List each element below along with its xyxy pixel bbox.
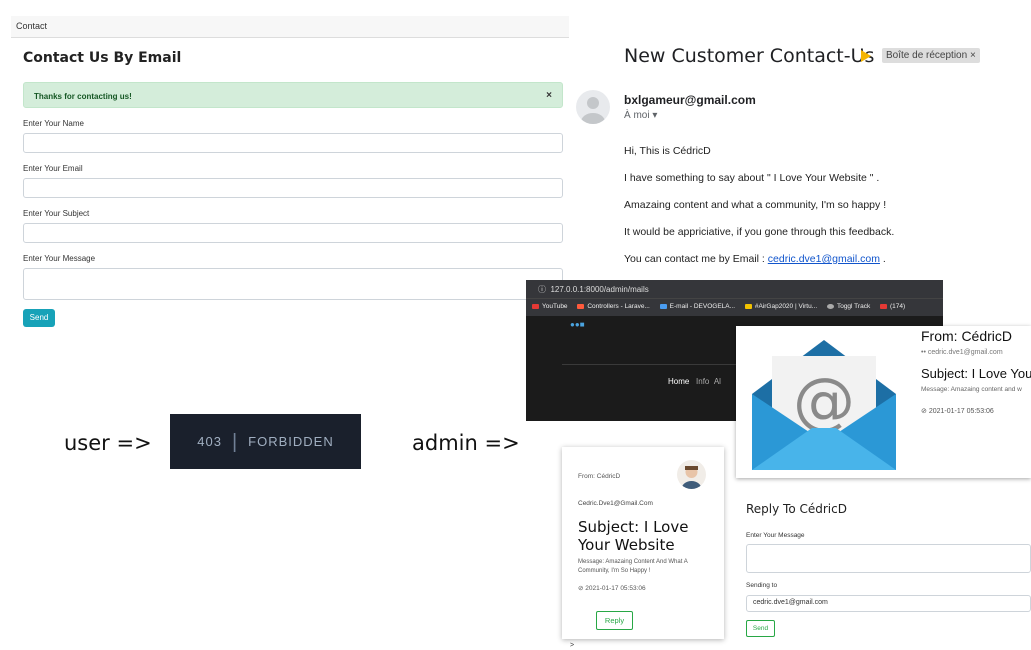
toggl-icon [826,303,834,309]
close-icon[interactable]: × [546,90,552,101]
admin-label: admin => [412,431,520,455]
contact-suffix: . [879,253,886,265]
mail-message: Message: Amazaing content and w [921,386,1022,393]
mail-date-text: 2021-01-17 05:53:06 [928,408,994,415]
sender-email: bxlgameur@gmail.com [624,93,756,107]
sender-avatar [576,90,610,124]
mail-message: Message: Amazaing Content And What A Com… [578,559,688,574]
reply-message-label: Enter Your Message [746,532,805,539]
subject-input[interactable] [23,223,563,243]
message-textarea[interactable] [23,268,563,300]
envelope-icon: @ [752,340,896,470]
airgap-icon [744,303,752,309]
reply-button[interactable]: Reply [596,611,633,630]
bookmark-item[interactable]: YouTube [532,303,568,310]
mail-date: ⊘ 2021-01-17 05:53:06 [578,584,646,592]
email-line: Hi, This is CédricD [624,145,711,157]
contact-header-bar: Contact [11,16,569,38]
mail-card-small: From: CédricD Cedric.Dve1@Gmail.Com Subj… [562,447,724,649]
nav-item[interactable]: Al [714,377,721,386]
bookmark-item[interactable]: Controllers - Larave... [577,303,650,310]
youtube-icon [532,303,539,309]
caret-icon: > [570,642,575,649]
send-button[interactable]: Send [23,309,55,327]
reply-send-button[interactable]: Send [746,620,775,637]
bookmark-item[interactable]: (174) [880,303,905,310]
mail-card: @ From: CédricD •• cedric.dve1@gmail.com… [736,326,1031,478]
email-subject: New Customer Contact-Us [624,45,875,67]
error-code: 403 [197,434,222,449]
outlook-icon [659,303,667,309]
mail-date-text: 2021-01-17 05:53:06 [585,585,646,592]
contact-email-link[interactable]: cedric.dve1@gmail.com [768,253,880,265]
mail-subject: Subject: I Love You [921,366,1031,381]
avatar [677,460,706,489]
inbox-label[interactable]: Boîte de réception × [882,48,980,63]
sending-to-label: Sending to [746,582,778,589]
mail-date: ⊘ 2021-01-17 05:53:06 [921,407,994,415]
reply-message-textarea[interactable] [746,544,1031,573]
clock-icon: ⊘ [921,408,929,415]
email-line: I have something to say about " I Love Y… [624,172,880,184]
email-input[interactable] [23,178,563,198]
message-label: Enter Your Message [23,254,96,263]
nav-home[interactable]: Home [668,377,689,386]
bookmark-item[interactable]: #AirGap2020 | Virtu... [744,303,817,310]
success-alert: Thanks for contacting us! × [23,82,563,108]
nav-info[interactable]: Info [696,377,709,386]
reply-title: Reply To CédricD [746,502,847,516]
mail-email: •• cedric.dve1@gmail.com [921,349,1003,356]
recipient-dropdown[interactable]: À moi ▾ [624,110,657,121]
youtube-icon [880,303,888,309]
mail-from: From: CédricD [921,328,1013,344]
email-line: Amazaing content and what a community, I… [624,199,887,211]
important-marker-icon[interactable] [861,50,871,62]
error-text: FORBIDDEN [248,434,334,449]
email-label: Enter Your Email [23,164,83,173]
person-icon [681,466,702,489]
social-icons: ●●■ [570,320,585,329]
address-bar[interactable]: ⓘ 127.0.0.1:8000/admin/mails [526,280,943,298]
alert-text: Thanks for contacting us! [34,92,132,101]
mail-subject: Subject: I Love Your Website [578,518,689,554]
url-text: 127.0.0.1:8000/admin/mails [550,285,649,294]
separator: | [231,430,239,453]
user-icon: •• [921,349,928,356]
footer-nav: Home Info Al [668,377,721,386]
mail-email-text: cedric.dve1@gmail.com [927,349,1003,356]
svg-text:@: @ [793,364,855,437]
email-line: It would be appriciative, if you gone th… [624,226,895,238]
user-label: user => [64,431,152,455]
name-input[interactable] [23,133,563,153]
forbidden-screen: 403 | FORBIDDEN [170,414,361,469]
contact-form-panel: Contact Contact Us By Email Thanks for c… [11,16,569,336]
person-icon [581,97,605,124]
name-label: Enter Your Name [23,119,84,128]
laravel-icon [577,303,585,309]
info-icon: ⓘ [538,285,546,294]
bookmark-item[interactable]: Toggl Track [826,303,870,310]
sending-to-input[interactable]: cedric.dve1@gmail.com [746,595,1031,612]
subject-label: Enter Your Subject [23,209,90,218]
mail-from: From: CédricD [578,473,621,480]
bookmark-item[interactable]: E-mail - DEVOGELA... [659,303,735,310]
mail-email: Cedric.Dve1@Gmail.Com [578,500,653,507]
page-title: Contact Us By Email [23,50,182,66]
contact-text: You can contact me by Email : [624,253,768,265]
email-line: You can contact me by Email : cedric.dve… [624,253,886,265]
bookmarks-bar: YouTube Controllers - Larave... E-mail -… [526,298,943,316]
instagram-icon[interactable]: ■ [580,320,585,329]
